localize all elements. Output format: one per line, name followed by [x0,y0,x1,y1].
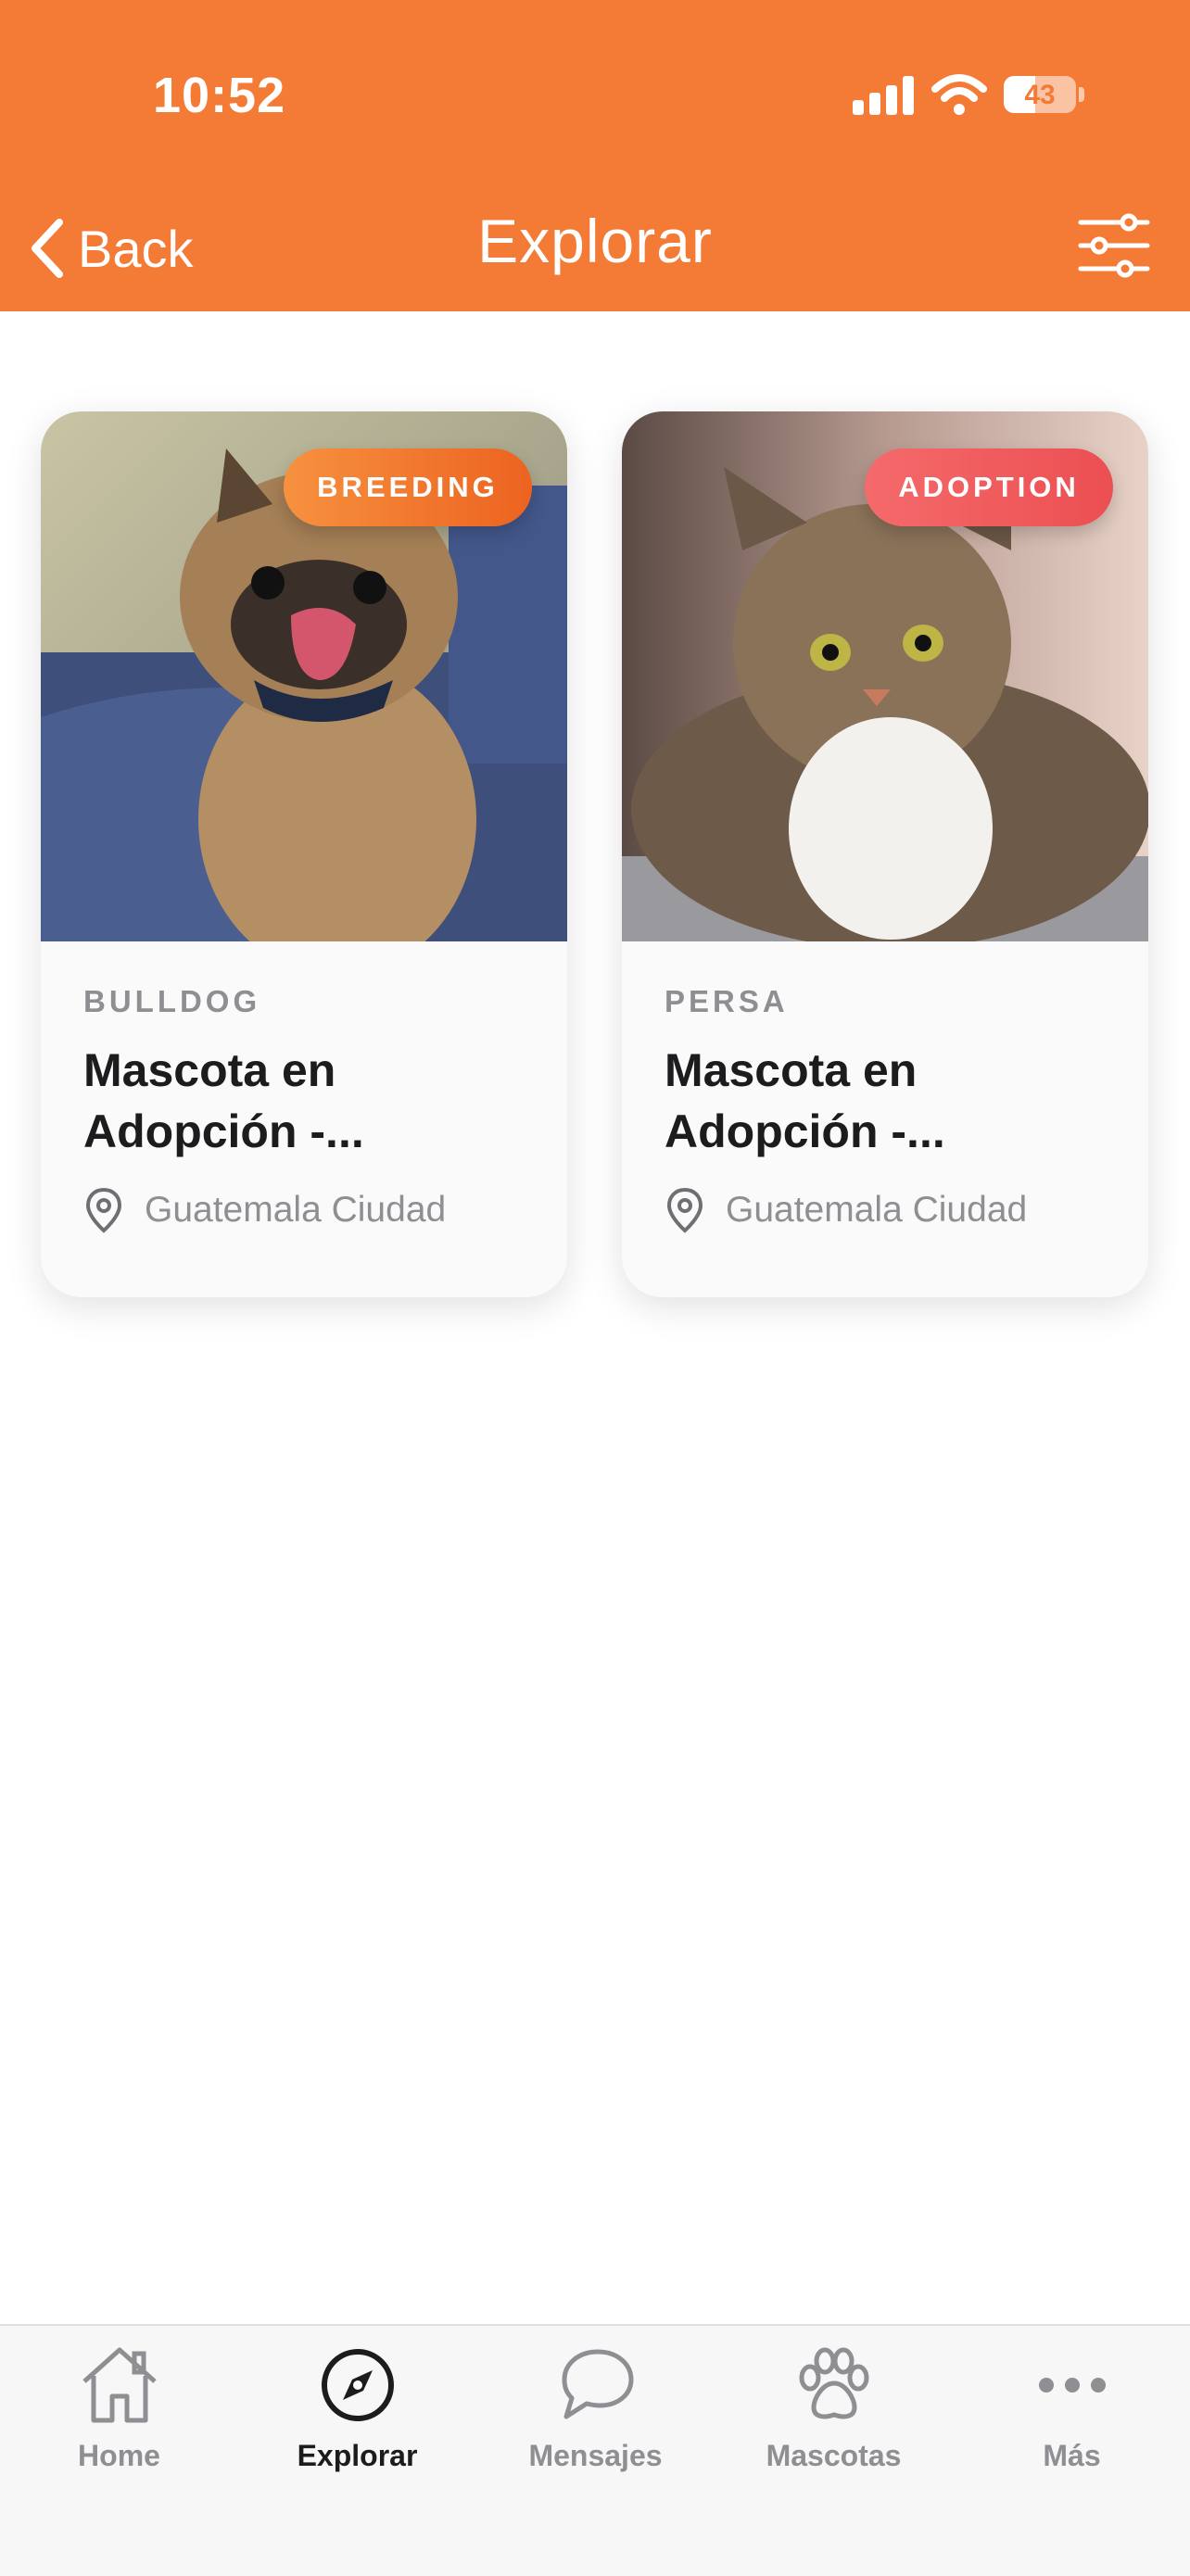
tab-mas[interactable]: Más [953,2341,1190,2480]
tab-bar: Home Explorar Mensajes Mascotas Más [0,2324,1190,2576]
page-title: Explorar [477,207,713,275]
tab-home[interactable]: Home [0,2341,238,2480]
battery-percent: 43 [1024,80,1056,110]
location-pin-icon [85,1187,122,1233]
location-text: Guatemala Ciudad [726,1190,1028,1230]
status-time: 10:52 [153,68,286,123]
compass-icon [321,2349,394,2421]
battery-cap [1079,87,1084,102]
pet-breed: BULLDOG [83,984,261,1018]
battery-icon: 43 [1004,76,1076,113]
location-text: Guatemala Ciudad [145,1190,447,1230]
pet-photo-bulldog: BREEDING [41,411,567,941]
status-badge: ADOPTION [865,448,1113,526]
pet-location: Guatemala Ciudad [665,1186,1027,1234]
tab-label: Explorar [297,2439,418,2472]
tab-label: Mensajes [528,2439,663,2472]
home-icon [82,2347,157,2423]
tab-label: Más [1043,2439,1101,2472]
pet-title: Mascota en Adopción -... [665,1044,945,1157]
tab-mascotas[interactable]: Mascotas [715,2341,953,2480]
pet-title: Mascota en Adopción -... [83,1044,364,1157]
filter-sliders-icon[interactable] [1077,211,1151,280]
chat-icon [562,2349,633,2419]
status-badge: BREEDING [284,448,532,526]
wifi-icon [931,74,987,115]
location-pin-icon [666,1187,703,1233]
cellular-signal-icon [853,76,914,115]
paw-icon [799,2347,868,2419]
pet-breed: PERSA [665,984,789,1018]
pet-photo-cat: ADOPTION [622,411,1148,941]
tab-mensajes[interactable]: Mensajes [476,2341,715,2480]
pet-card[interactable]: BREEDING BULLDOG Mascota en Adopción -..… [41,411,567,1297]
pet-card[interactable]: ADOPTION PERSA Mascota en Adopción -... … [622,411,1148,1297]
app-header: 10:52 43 Back Explorar [0,0,1190,311]
tab-label: Home [78,2439,160,2472]
tab-label: Mascotas [766,2439,902,2472]
tab-explorar[interactable]: Explorar [238,2341,476,2480]
more-icon [1038,2378,1106,2393]
pet-location: Guatemala Ciudad [83,1186,446,1234]
